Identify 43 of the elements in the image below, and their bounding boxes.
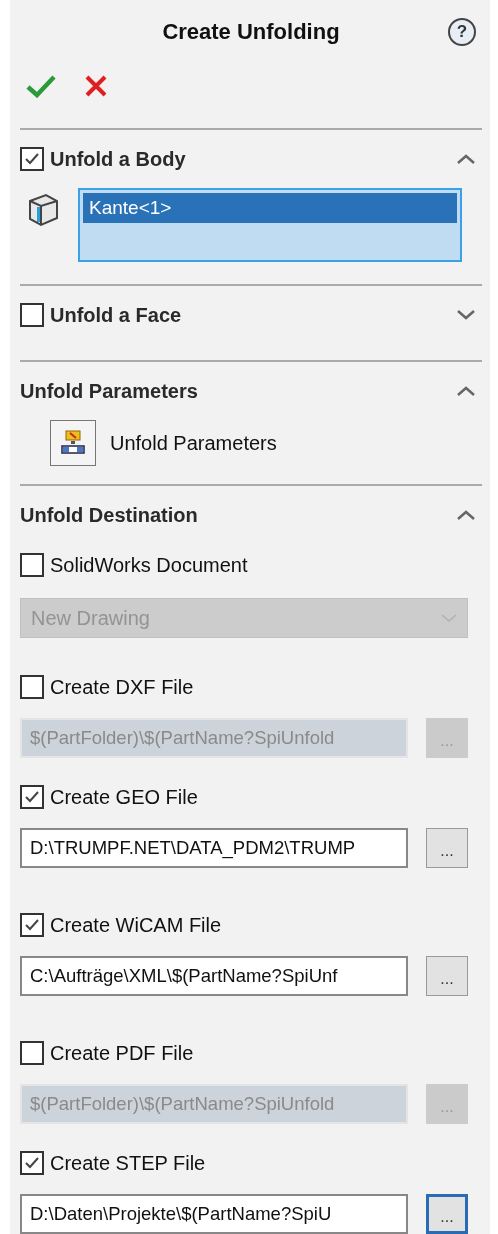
path-field[interactable]: C:\Aufträge\XML\$(PartName?SpiUnf <box>20 956 408 996</box>
chevron-down-icon[interactable] <box>456 309 476 321</box>
checkbox[interactable] <box>20 147 44 171</box>
browse-button[interactable]: ... <box>426 956 468 996</box>
parameters-button[interactable] <box>50 420 96 466</box>
checkbox[interactable] <box>20 1151 44 1175</box>
list-item[interactable]: Kante<1> <box>83 193 457 223</box>
check-icon <box>24 1156 40 1170</box>
checkbox[interactable] <box>20 785 44 809</box>
option-label: Create PDF File <box>50 1041 194 1065</box>
parameters-icon <box>60 429 86 457</box>
option-label: Create DXF File <box>50 675 194 699</box>
path-field[interactable]: D:\TRUMPF.NET\DATA_PDM2\TRUMP <box>20 828 408 868</box>
chevron-up-icon[interactable] <box>456 509 476 521</box>
selection-list[interactable]: Kante<1> <box>78 188 462 262</box>
check-icon <box>24 790 40 804</box>
help-button[interactable]: ? <box>448 18 476 46</box>
path-field[interactable]: D:\Daten\Projekte\$(PartName?SpiU <box>20 1194 408 1234</box>
caret-icon <box>441 613 457 623</box>
checkbox[interactable] <box>20 675 44 699</box>
close-icon[interactable] <box>84 74 108 98</box>
checkbox[interactable] <box>20 913 44 937</box>
cube-icon <box>26 192 60 228</box>
check-icon <box>24 918 40 932</box>
checkbox[interactable] <box>20 553 44 577</box>
check-icon <box>24 152 40 166</box>
option-label: Create STEP File <box>50 1151 206 1175</box>
browse-button[interactable]: ... <box>426 828 468 868</box>
checkbox[interactable] <box>20 1041 44 1065</box>
option-label: Create WiCAM File <box>50 913 222 937</box>
panel-title: Create Unfolding <box>162 19 340 45</box>
section-title: Unfold Destination <box>20 503 199 527</box>
option-label: SolidWorks Document <box>50 553 248 577</box>
browse-button[interactable]: ... <box>426 1194 468 1234</box>
section-title: Unfold a Face <box>50 303 183 327</box>
section-title: Unfold a Body <box>50 147 187 171</box>
checkbox[interactable] <box>20 303 44 327</box>
section-title: Unfold Parameters <box>20 379 199 403</box>
chevron-up-icon[interactable] <box>456 385 476 397</box>
option-label: Create GEO File <box>50 785 198 809</box>
chevron-up-icon[interactable] <box>456 153 476 165</box>
ok-icon[interactable] <box>26 74 56 98</box>
parameters-label: Unfold Parameters <box>110 431 277 455</box>
